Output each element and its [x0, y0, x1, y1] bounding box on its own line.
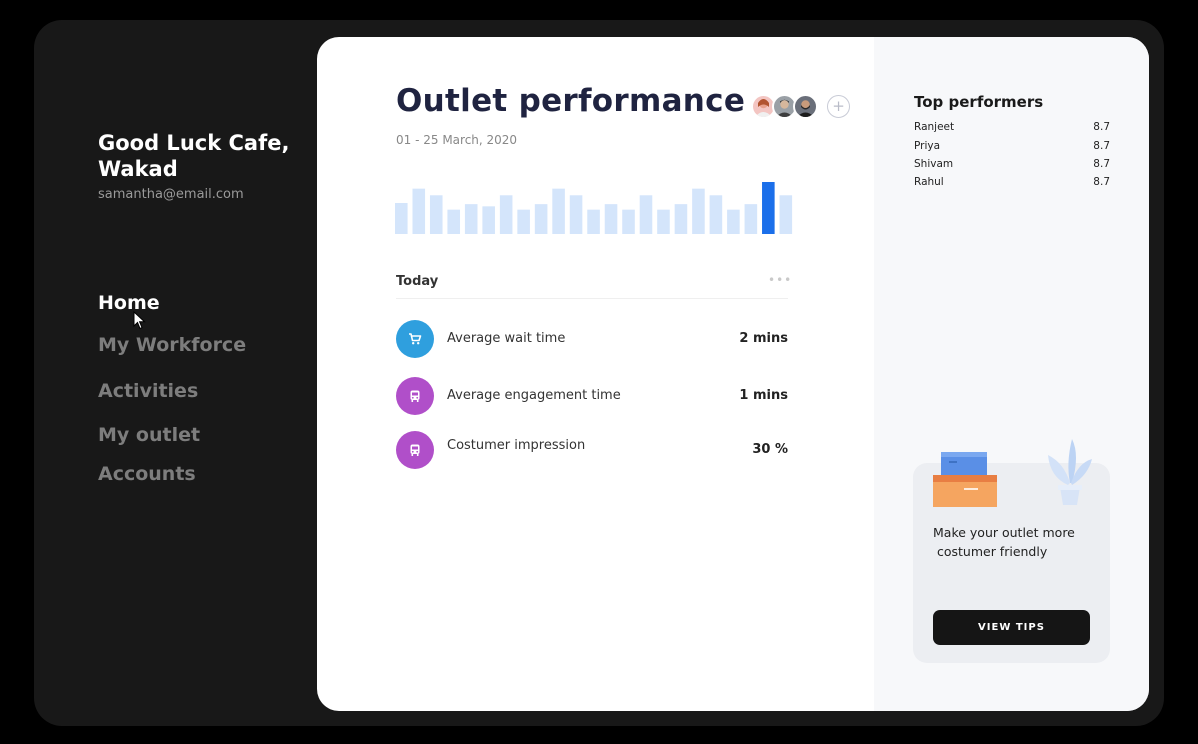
chart-bar[interactable] [534, 204, 548, 234]
tips-text: Make your outlet more costumer friendly [933, 523, 1103, 561]
chart-bar[interactable] [429, 195, 443, 234]
today-label: Today [396, 274, 439, 289]
add-member-button[interactable]: + [827, 95, 850, 118]
top-performers-title: Top performers [914, 93, 1044, 111]
metric-label: Average engagement time [447, 388, 621, 403]
performer-row[interactable]: Shivam 8.7 [914, 158, 1110, 172]
metric-label: Average wait time [447, 331, 566, 346]
performer-score: 8.7 [1093, 140, 1110, 152]
boxes-illustration-icon [933, 452, 997, 507]
performer-score: 8.7 [1093, 176, 1110, 188]
outlet-card: Outlet performance 01 - 25 March, 2020 +… [317, 37, 1149, 711]
nav-item-accounts[interactable]: Accounts [98, 463, 196, 485]
cafe-name: Good Luck Cafe, Wakad [98, 130, 308, 182]
page-title: Outlet performance [396, 83, 746, 119]
view-tips-button[interactable]: VIEW TIPS [933, 610, 1090, 645]
chart-bar[interactable] [657, 209, 670, 234]
tips-text-line1: Make your outlet more [933, 525, 1075, 540]
chart-bar[interactable] [692, 188, 705, 234]
metric-icon-wait-time [396, 320, 434, 358]
chart-bar[interactable] [395, 203, 408, 234]
mouse-cursor-icon [133, 311, 146, 330]
cart-icon [409, 333, 422, 345]
nav-item-my-outlet[interactable]: My outlet [98, 424, 200, 446]
chart-bar[interactable] [587, 209, 600, 234]
more-options-icon[interactable]: ••• [768, 273, 792, 287]
performer-name: Priya [914, 140, 941, 152]
metric-value: 30 % [752, 442, 788, 457]
cafe-email: samantha@email.com [98, 187, 244, 202]
chart-bar[interactable] [499, 195, 513, 234]
metric-icon-customer-impression [396, 431, 434, 469]
tips-text-line2: costumer friendly [933, 544, 1048, 559]
chart-bar[interactable] [464, 204, 478, 234]
metric-icon-engagement-time [396, 377, 434, 415]
performance-bar-chart [395, 182, 793, 234]
cafe-name-line1: Good Luck Cafe, [98, 131, 290, 155]
nav-item-activities[interactable]: Activities [98, 380, 198, 402]
cafe-name-line2: Wakad [98, 157, 178, 181]
chart-bar[interactable] [709, 195, 723, 234]
chart-bar[interactable] [517, 209, 530, 234]
nav-item-home[interactable]: Home [98, 292, 160, 314]
performer-row[interactable]: Priya 8.7 [914, 140, 1110, 154]
chart-bar[interactable] [552, 188, 565, 234]
performer-row[interactable]: Rahul 8.7 [914, 176, 1110, 190]
divider [396, 298, 788, 299]
bus-icon [410, 390, 420, 402]
chart-bar[interactable] [779, 195, 793, 234]
metric-row-wait-time: Average wait time 2 mins [396, 320, 788, 358]
chart-bar[interactable] [482, 206, 495, 234]
chart-bar[interactable] [639, 195, 653, 234]
sidebar-header: Good Luck Cafe, Wakad samantha@email.com [98, 130, 308, 202]
chart-bar[interactable] [622, 209, 635, 234]
chart-bar[interactable] [412, 188, 426, 234]
metric-label: Costumer impression [447, 438, 586, 453]
chart-bar[interactable] [727, 209, 740, 234]
performer-score: 8.7 [1093, 121, 1110, 133]
metric-value: 1 mins [739, 388, 788, 403]
metric-value: 2 mins [739, 331, 788, 346]
performer-name: Ranjeet [914, 121, 955, 133]
performer-name: Rahul [914, 176, 944, 188]
plus-icon: + [832, 97, 845, 115]
performer-name: Shivam [914, 158, 954, 170]
performer-score: 8.7 [1093, 158, 1110, 170]
bus-icon [410, 444, 420, 456]
chart-bar[interactable] [744, 204, 758, 234]
plant-illustration-icon [1048, 439, 1092, 505]
chart-bar[interactable] [604, 204, 618, 234]
chart-bar[interactable] [674, 204, 688, 234]
chart-bar[interactable] [762, 182, 775, 234]
avatar[interactable] [793, 94, 818, 119]
performer-row[interactable]: Ranjeet 8.7 [914, 121, 1110, 135]
nav-item-my-workforce[interactable]: My Workforce [98, 334, 246, 356]
metric-row-engagement-time: Average engagement time 1 mins [396, 377, 788, 415]
chart-bar[interactable] [569, 195, 583, 234]
right-panel: Top performers Ranjeet 8.7 Priya 8.7 Shi… [874, 37, 1149, 711]
date-range: 01 - 25 March, 2020 [396, 133, 518, 147]
chart-bar[interactable] [447, 209, 461, 234]
metric-row-customer-impression: Costumer impression 30 % [396, 431, 788, 469]
